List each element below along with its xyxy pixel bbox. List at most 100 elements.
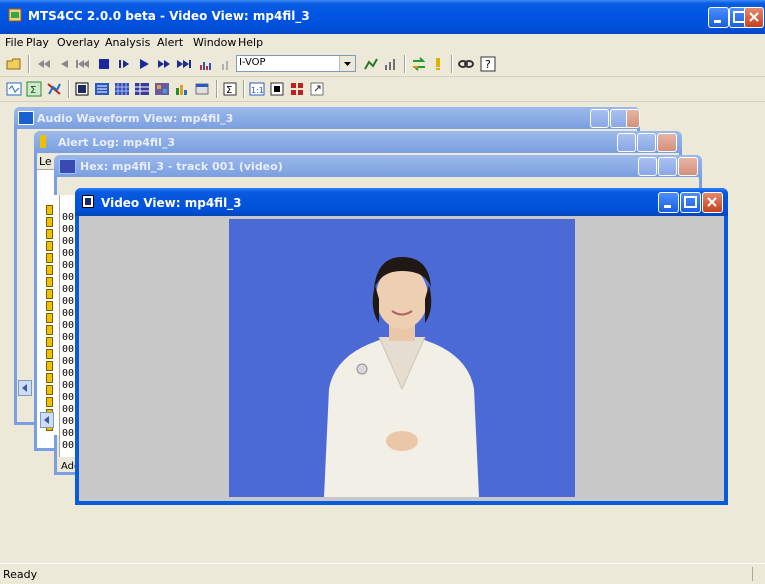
video-frame[interactable] xyxy=(229,219,575,497)
warning-icon xyxy=(46,397,53,407)
skip-end-icon[interactable] xyxy=(176,56,192,72)
video-maximize-button[interactable] xyxy=(680,192,701,213)
audio-minimize-button[interactable] xyxy=(590,109,609,128)
bitrate-icon[interactable] xyxy=(198,56,214,72)
open-folder-icon[interactable] xyxy=(6,56,22,72)
film-icon xyxy=(82,195,94,208)
maximize-icon xyxy=(684,196,697,208)
stop-icon[interactable] xyxy=(96,56,112,72)
video-close-button[interactable] xyxy=(702,192,723,213)
rewind-icon[interactable] xyxy=(36,56,52,72)
expand-icon[interactable] xyxy=(309,81,325,97)
hex-row: 00 xyxy=(62,356,75,367)
one-to-one-icon[interactable]: 1:1 xyxy=(249,81,265,97)
sigma-small-icon[interactable]: Σ xyxy=(222,81,238,97)
svg-text:1:1: 1:1 xyxy=(251,86,264,95)
main-title-bar[interactable]: MTS4CC 2.0.0 beta - Video View: mp4fil_3 xyxy=(0,0,765,34)
level-column-header[interactable]: Le xyxy=(39,155,52,168)
video-view-window[interactable]: Video View: mp4fil_3 xyxy=(75,188,728,505)
close-icon xyxy=(749,12,759,22)
hex-row: 00 xyxy=(62,224,75,235)
hex-row: 00 xyxy=(62,320,75,331)
grid-color-icon[interactable] xyxy=(154,81,170,97)
close-icon xyxy=(707,197,717,207)
hex-row: 00 xyxy=(62,284,75,295)
audio-window-title-bar[interactable]: Audio Waveform View: mp4fil_3 xyxy=(14,107,640,129)
warning-icon xyxy=(46,361,53,371)
fast-forward-icon[interactable] xyxy=(156,56,172,72)
close-button[interactable] xyxy=(744,7,764,28)
list-view-icon[interactable] xyxy=(94,81,110,97)
hex-row: 00 xyxy=(62,260,75,271)
minimize-button[interactable] xyxy=(708,7,729,28)
alert-maximize-button[interactable] xyxy=(637,133,656,152)
warning-icon xyxy=(46,301,53,311)
resize-grip[interactable] xyxy=(752,567,763,581)
audio-window-title: Audio Waveform View: mp4fil_3 xyxy=(37,112,234,125)
chevron-down-icon[interactable] xyxy=(339,56,355,71)
split-view-icon[interactable] xyxy=(269,81,285,97)
step-back-icon[interactable] xyxy=(56,56,72,72)
presenter-image xyxy=(324,257,479,497)
hex-window-title-bar[interactable]: Hex: mp4fil_3 - track 001 (video) xyxy=(54,155,702,177)
bitrate-disabled-icon[interactable] xyxy=(218,56,234,72)
menu-analysis[interactable]: Analysis xyxy=(105,36,150,49)
frame-type-select[interactable]: I-VOP xyxy=(236,55,356,72)
video-window-title: Video View: mp4fil_3 xyxy=(101,196,242,210)
alert-window-title-bar[interactable]: Alert Log: mp4fil_3 xyxy=(34,131,682,153)
svg-text:Σ: Σ xyxy=(226,85,232,96)
svg-text:Σ: Σ xyxy=(30,85,36,96)
minimize-icon xyxy=(664,205,671,208)
skip-start-icon[interactable] xyxy=(74,56,90,72)
window-tile-icon[interactable] xyxy=(194,81,210,97)
hex-row: 00 xyxy=(62,380,75,391)
video-canvas[interactable] xyxy=(79,216,724,501)
hex-row: 00 xyxy=(62,368,75,379)
waveform-view-icon[interactable] xyxy=(6,81,22,97)
film-icon[interactable] xyxy=(74,81,90,97)
frame-type-value: I-VOP xyxy=(239,57,266,68)
menu-bar: File Play Overlay Analysis Alert Window … xyxy=(0,34,765,52)
hex-scroll-left-button[interactable] xyxy=(40,412,54,428)
menu-play[interactable]: Play xyxy=(26,36,49,49)
step-forward-icon[interactable] xyxy=(116,56,132,72)
alert-rows xyxy=(40,195,60,435)
alert-minimize-button[interactable] xyxy=(617,133,636,152)
bar-chart-icon[interactable] xyxy=(174,81,190,97)
video-minimize-button[interactable] xyxy=(658,192,679,213)
svg-text:?: ? xyxy=(485,58,491,71)
hex-maximize-button[interactable] xyxy=(658,157,677,176)
hex-close-button[interactable] xyxy=(678,157,698,176)
audio-scroll-left-button[interactable] xyxy=(18,380,32,396)
menu-window[interactable]: Window xyxy=(193,36,236,49)
stats-icon[interactable] xyxy=(363,56,379,72)
video-window-title-bar[interactable]: Video View: mp4fil_3 xyxy=(75,188,728,216)
link-icon[interactable] xyxy=(458,56,474,72)
swap-icon[interactable] xyxy=(411,56,427,72)
hex-view-icon[interactable] xyxy=(114,81,130,97)
warning-icon xyxy=(46,337,53,347)
sigma-icon[interactable]: Σ xyxy=(26,81,42,97)
status-bar: Ready xyxy=(0,563,765,584)
warning-icon xyxy=(46,349,53,359)
menu-alert[interactable]: Alert xyxy=(157,36,183,49)
app-icon[interactable] xyxy=(8,8,22,22)
views-toolbar: Σ Σ 1:1 xyxy=(0,77,765,102)
audio-close-button[interactable] xyxy=(626,109,640,128)
hex-row: 00 xyxy=(62,248,75,259)
play-icon[interactable] xyxy=(136,56,152,72)
alert-close-button[interactable] xyxy=(657,133,677,152)
menu-file[interactable]: File xyxy=(5,36,23,49)
app-title: MTS4CC 2.0.0 beta - Video View: mp4fil_3 xyxy=(28,9,310,23)
macroblock-icon[interactable] xyxy=(289,81,305,97)
warning-icon[interactable] xyxy=(430,56,446,72)
chart-icon[interactable] xyxy=(382,56,398,72)
hex-minimize-button[interactable] xyxy=(638,157,657,176)
no-filter-icon[interactable] xyxy=(46,81,62,97)
warning-icon xyxy=(46,253,53,263)
menu-help[interactable]: Help xyxy=(238,36,263,49)
help-icon[interactable]: ? xyxy=(480,56,496,72)
menu-overlay[interactable]: Overlay xyxy=(57,36,100,49)
warning-icon xyxy=(46,289,53,299)
table-view-icon[interactable] xyxy=(134,81,150,97)
